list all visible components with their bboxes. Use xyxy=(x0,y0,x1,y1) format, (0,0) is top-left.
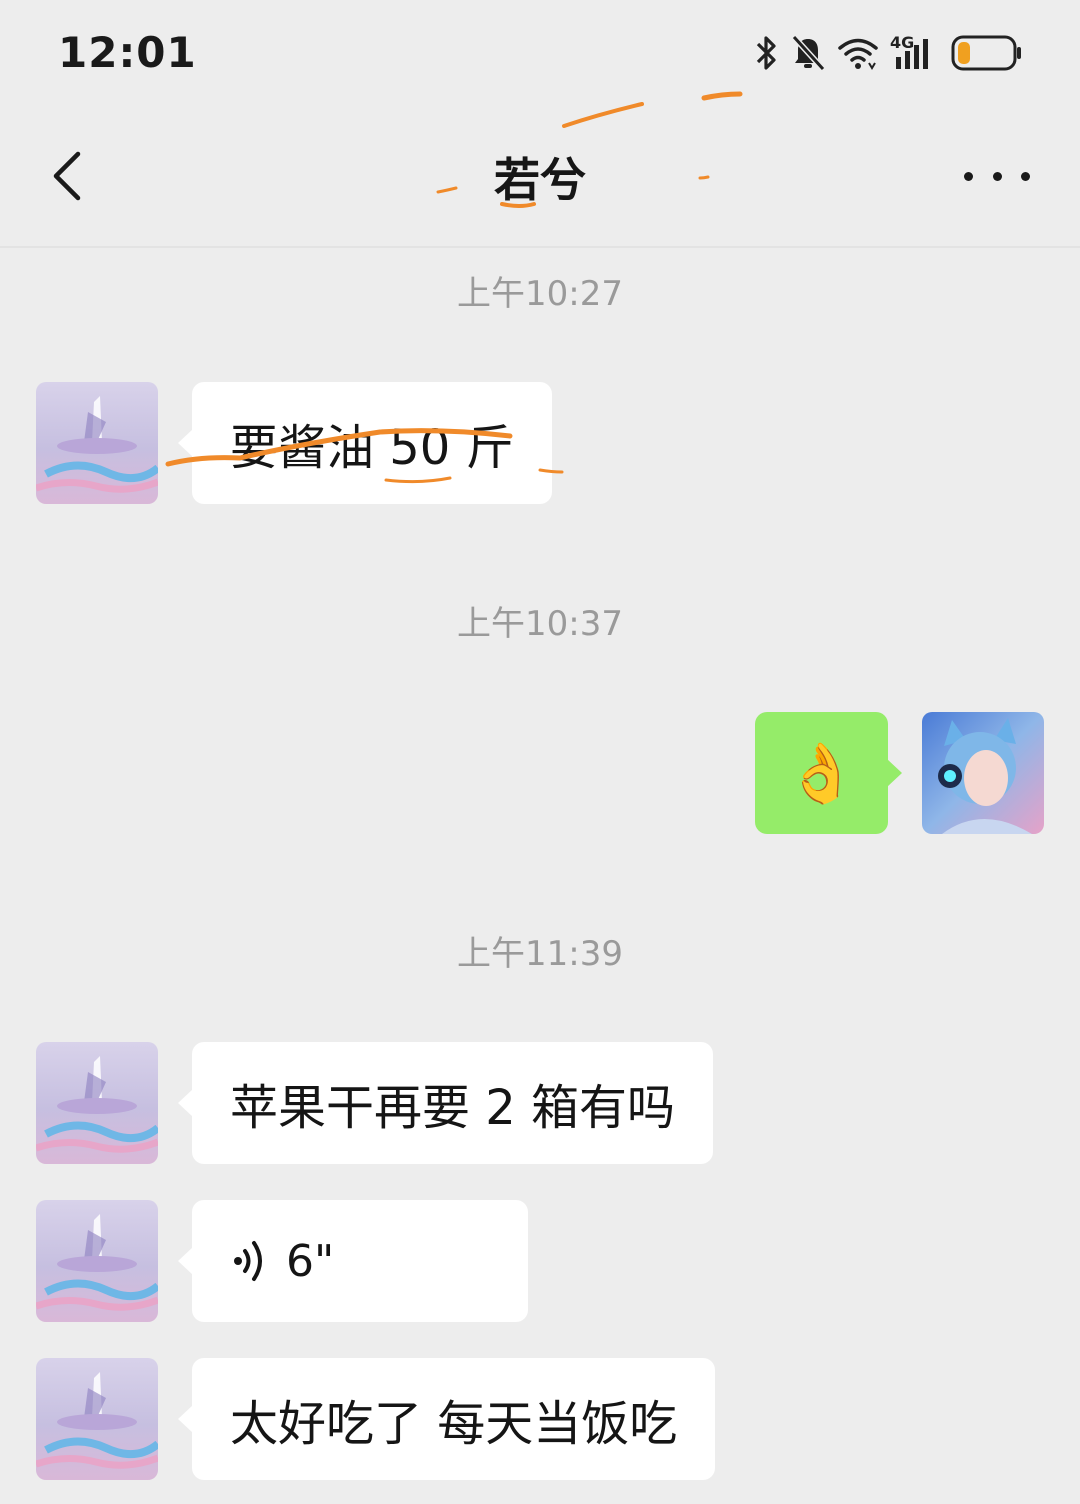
more-dot xyxy=(992,171,1002,181)
message-bubble[interactable]: 太好吃了 每天当饭吃 xyxy=(177,1358,716,1480)
voice-duration: 6" xyxy=(286,1235,335,1287)
voice-wave-icon xyxy=(234,1241,262,1281)
wifi-icon xyxy=(836,33,880,73)
contact-avatar[interactable] xyxy=(36,1200,158,1322)
status-bar: 12:01 4G xyxy=(0,0,1080,108)
chat-title: 若兮 xyxy=(494,153,586,207)
message-bubble[interactable]: 要酱油 50 斤 xyxy=(178,382,552,504)
contact-avatar[interactable] xyxy=(36,382,158,504)
self-avatar[interactable] xyxy=(922,712,1044,834)
voice-message-bubble[interactable]: 6" xyxy=(178,1200,528,1322)
timestamp: 上午10:37 xyxy=(457,604,623,644)
mute-bell-icon xyxy=(790,33,826,73)
message-text: 要酱油 50 斤 xyxy=(230,420,514,476)
voice-content: 6" xyxy=(230,1236,334,1287)
message-bubble-sent[interactable]: 👌 xyxy=(755,712,902,834)
message-text: 苹果干再要 2 箱有吗 xyxy=(230,1080,676,1136)
status-icons: 4G xyxy=(754,30,1024,76)
timestamp: 上午11:39 xyxy=(457,934,623,974)
title-bar: 若兮 xyxy=(0,108,1080,248)
timestamp: 上午10:27 xyxy=(457,274,623,314)
title-divider xyxy=(0,246,1080,248)
contact-avatar[interactable] xyxy=(36,1042,158,1164)
message-text: 太好吃了 每天当饭吃 xyxy=(230,1396,678,1452)
status-time: 12:01 xyxy=(58,28,197,77)
bluetooth-icon xyxy=(754,33,780,73)
contact-avatar[interactable] xyxy=(36,1358,158,1480)
message-bubble[interactable]: 苹果干再要 2 箱有吗 xyxy=(177,1042,714,1164)
4g-signal-icon: 4G xyxy=(890,33,940,73)
battery-icon xyxy=(950,33,1024,73)
more-button[interactable] xyxy=(964,156,1030,196)
ok-hand-emoji: 👌 xyxy=(785,739,858,807)
more-dot xyxy=(1021,171,1030,181)
chat-screen: 12:01 4G 若兮 上午10:27 要酱油 50 斤 上午10:37 👌 上… xyxy=(0,0,1080,1504)
more-dot xyxy=(964,171,973,181)
